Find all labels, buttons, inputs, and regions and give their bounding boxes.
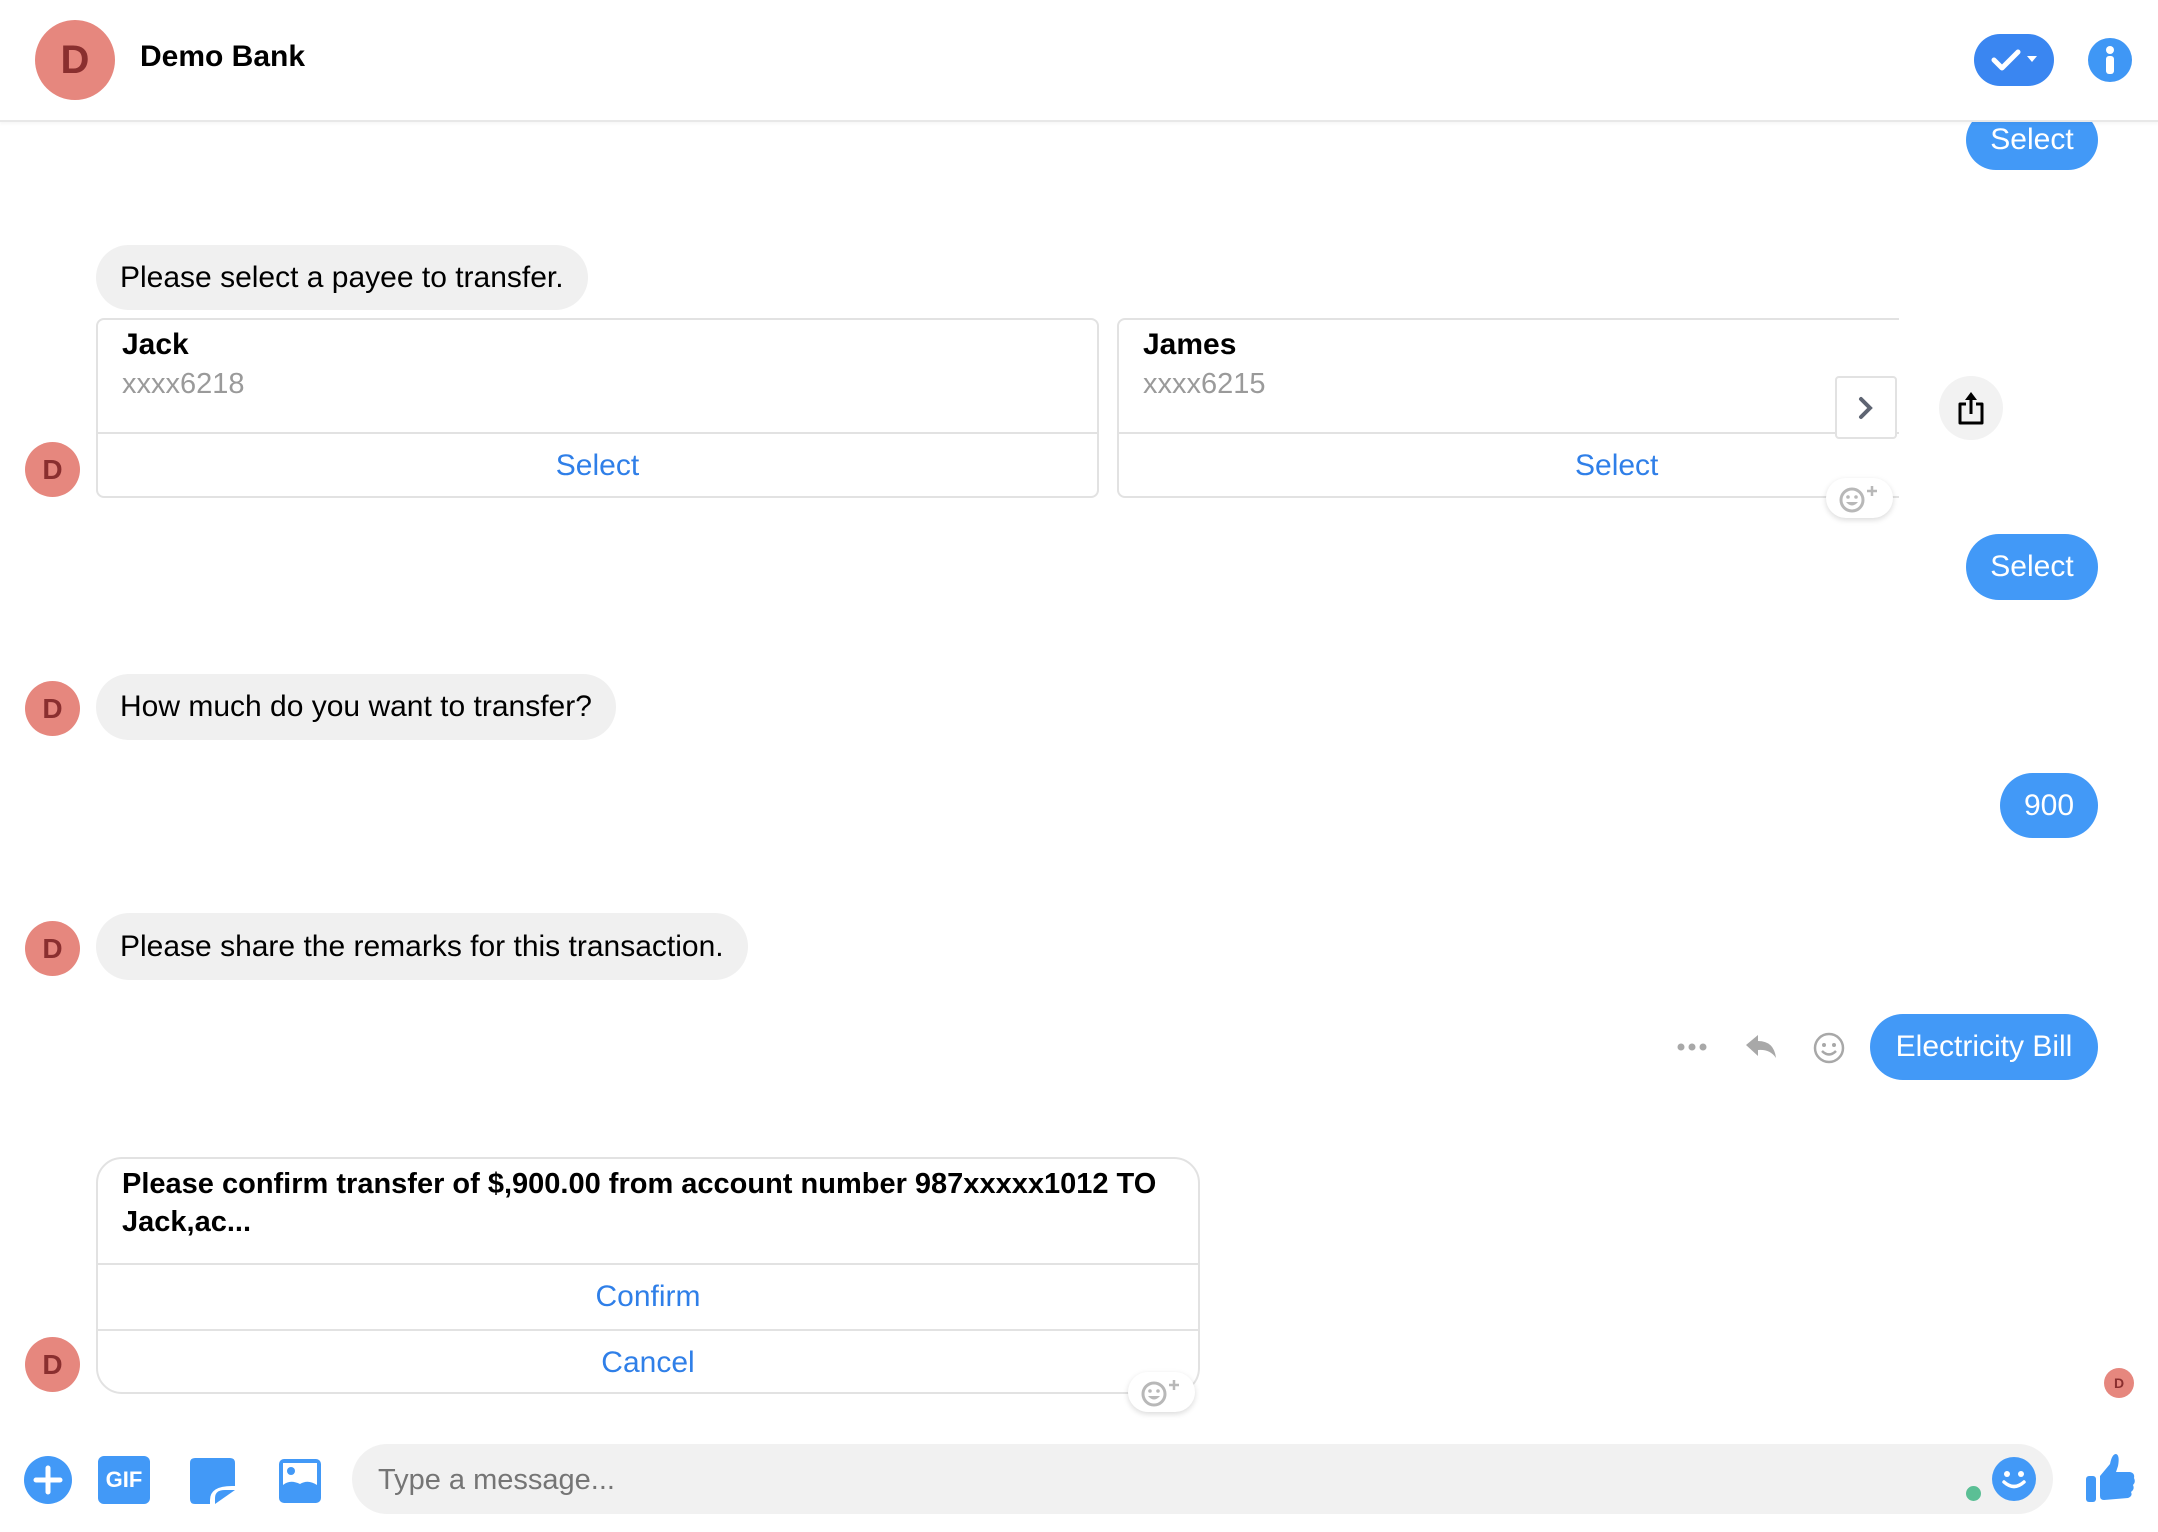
message-input-field[interactable] [376, 1444, 1960, 1516]
photo-button[interactable] [278, 1458, 322, 1504]
more-actions-button[interactable] [24, 1456, 72, 1504]
emoji-button[interactable] [1992, 1457, 2036, 1501]
bot-message: How much do you want to transfer? [96, 674, 616, 740]
bot-message: Please select a payee to transfer. [96, 245, 588, 310]
chat-title[interactable]: Demo Bank [140, 40, 305, 74]
confirm-text: Please confirm transfer of $,900.00 from… [122, 1168, 1157, 1238]
payee-name: Jack [122, 328, 189, 361]
image-icon [279, 1459, 321, 1503]
emoji-icon [2002, 1471, 2026, 1489]
gif-icon: GIF [105, 1467, 143, 1492]
more-options-button[interactable] [1674, 1032, 1710, 1062]
select-payee-button[interactable]: Select [98, 434, 1097, 496]
caret-down-icon [2027, 56, 2037, 62]
message-input[interactable] [352, 1444, 2053, 1516]
checkmark-icon [1991, 49, 2021, 71]
smiley-icon [1813, 1032, 1845, 1064]
user-message: 900 [2000, 773, 2098, 838]
sticker-icon [190, 1458, 235, 1504]
bot-message: Please share the remarks for this transa… [96, 913, 748, 980]
reply-button[interactable] [1744, 1030, 1780, 1064]
gif-button[interactable]: GIF [98, 1456, 150, 1504]
ellipsis-icon [1677, 1043, 1707, 1051]
payee-card: Jack xxxx6218 Select [96, 318, 1099, 498]
payee-carousel: Jack xxxx6218 Select James xxxx6215 Sele… [96, 318, 1899, 500]
chevron-right-icon [1859, 396, 1873, 419]
online-status-dot [1966, 1486, 1981, 1501]
sticker-button[interactable] [190, 1458, 236, 1504]
confirm-card: Please confirm transfer of $,900.00 from… [96, 1157, 1200, 1394]
payee-card: James xxxx6215 Select [1117, 318, 1899, 498]
react-button[interactable] [1812, 1031, 1846, 1065]
plus-icon [33, 1465, 63, 1495]
bot-avatar[interactable]: D [25, 921, 80, 976]
chat-header: D Demo Bank [0, 0, 2158, 122]
carousel-next-button[interactable] [1835, 376, 1897, 439]
payee-name: James [1143, 328, 1237, 361]
payee-account: xxxx6215 [1143, 368, 1266, 400]
check-dropdown-button[interactable] [1974, 34, 2054, 86]
emoji-plus-icon [1839, 486, 1877, 513]
share-button[interactable] [1939, 376, 2003, 440]
info-button[interactable] [2088, 38, 2132, 82]
payee-account: xxxx6218 [122, 368, 245, 400]
add-reaction-button[interactable] [1128, 1372, 1195, 1412]
read-receipt-avatar: D [2104, 1368, 2134, 1398]
reply-icon [1746, 1035, 1776, 1058]
bot-avatar[interactable]: D [35, 20, 115, 100]
bot-avatar[interactable]: D [25, 681, 80, 736]
emoji-plus-icon [1141, 1380, 1179, 1407]
bot-avatar[interactable]: D [25, 1337, 80, 1392]
cancel-button[interactable]: Cancel [98, 1331, 1198, 1392]
share-icon [1958, 392, 1984, 425]
like-button[interactable] [2084, 1452, 2136, 1504]
confirm-button[interactable]: Confirm [98, 1265, 1198, 1329]
thumbs-up-icon [2086, 1454, 2135, 1502]
user-message: Electricity Bill [1870, 1014, 2098, 1080]
add-reaction-button[interactable] [1826, 478, 1893, 518]
select-payee-button[interactable]: Select [1119, 434, 1899, 496]
bot-avatar[interactable]: D [25, 442, 80, 497]
info-icon [2106, 46, 2114, 74]
user-message: Select [1966, 534, 2098, 600]
